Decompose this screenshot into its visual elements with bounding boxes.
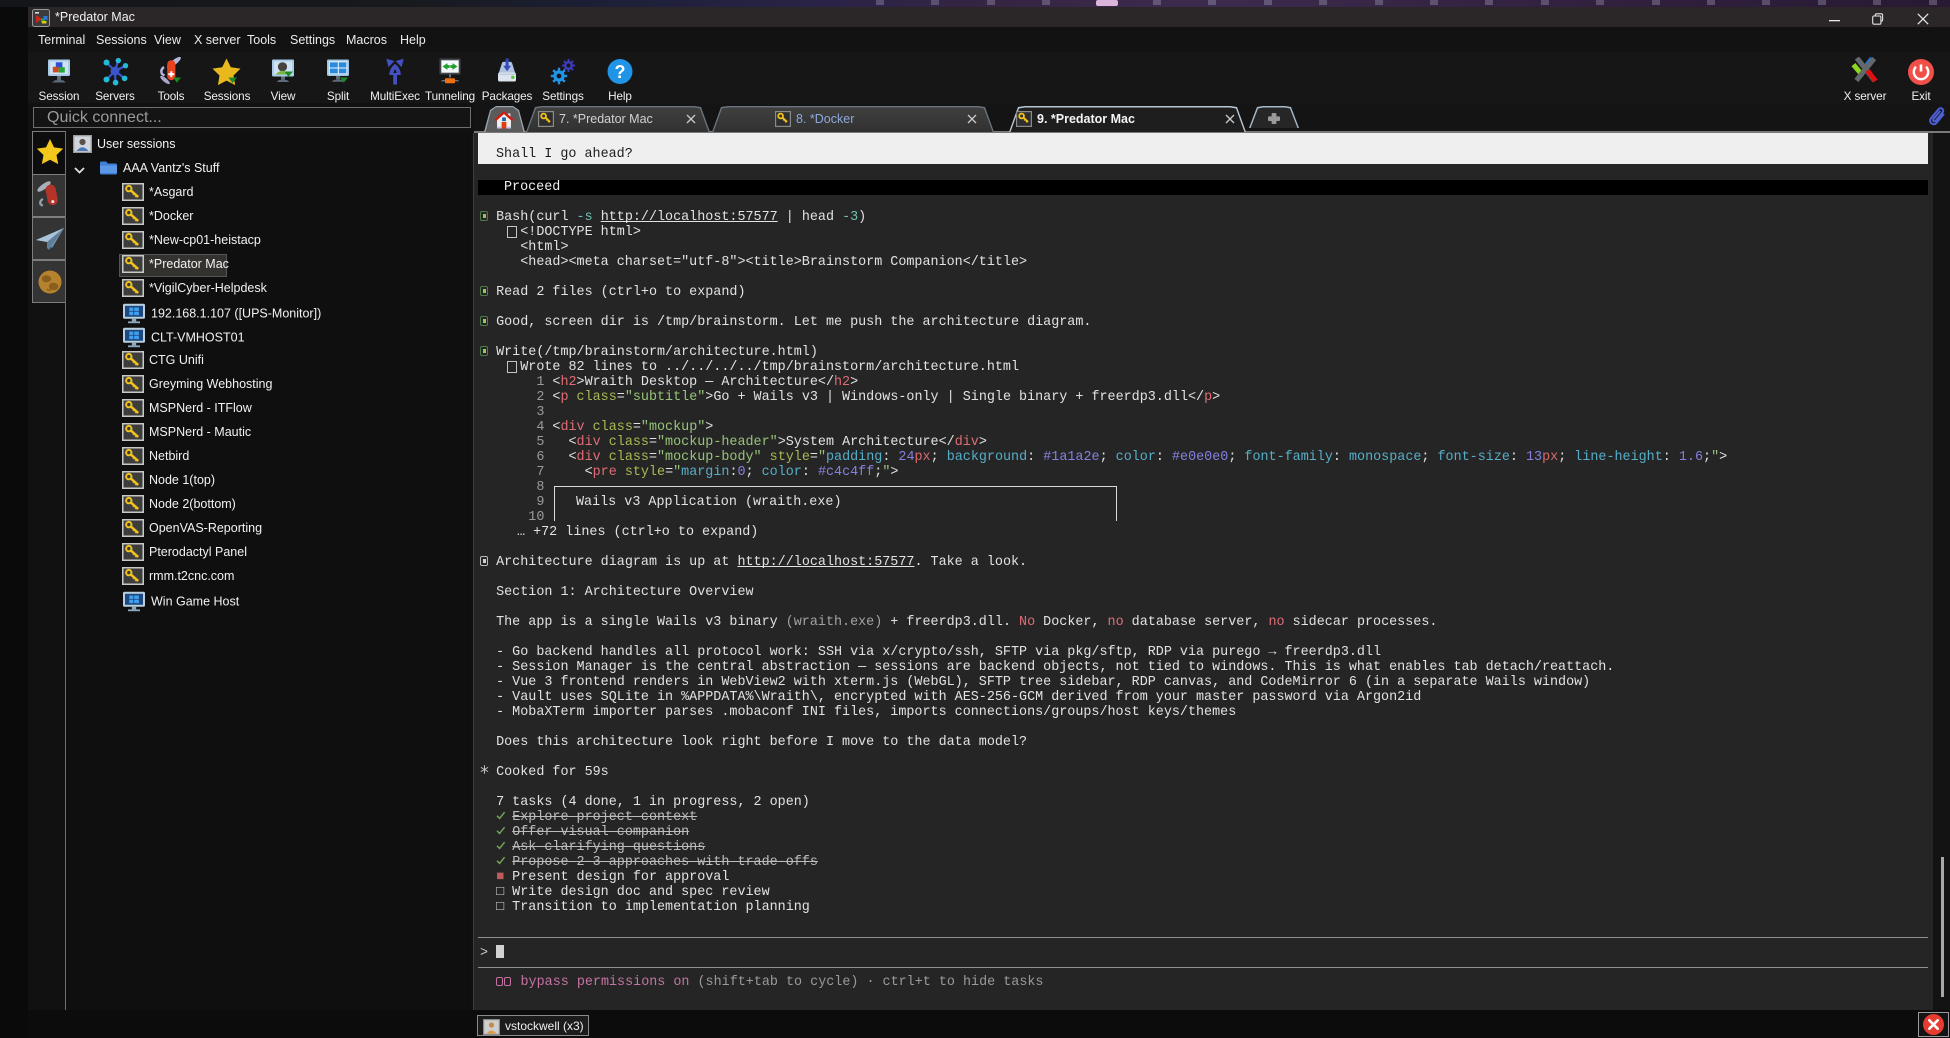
svg-text:?: ?: [615, 62, 626, 82]
